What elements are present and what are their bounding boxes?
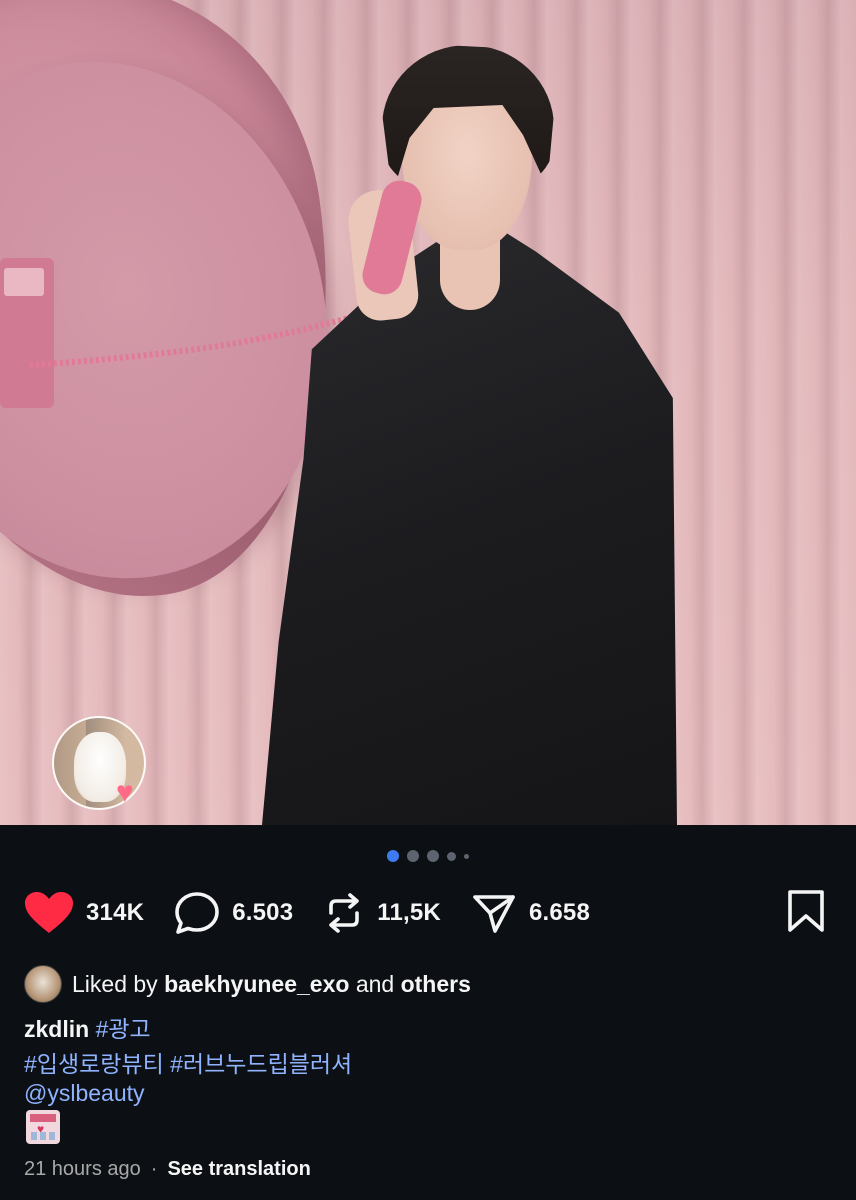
- hashtag-ad[interactable]: #광고: [96, 1016, 151, 1042]
- like-button[interactable]: 314K: [24, 891, 144, 935]
- repost-count: 11,5K: [377, 899, 441, 926]
- post-timestamp: 21 hours ago: [24, 1158, 141, 1180]
- caption-hashtags[interactable]: #입생로랑뷰티 #러브누드립블러셔: [24, 1045, 352, 1079]
- post-meta: 21 hours ago · See translation: [24, 1158, 311, 1181]
- carousel-dot: [447, 851, 456, 861]
- caption-line-1: zkdlin #광고: [24, 1010, 151, 1044]
- carousel-dot-active: [387, 850, 399, 862]
- liker-username[interactable]: baekhyunee_exo: [164, 971, 349, 998]
- love-hotel-emoji: ♥: [26, 1110, 60, 1144]
- like-count: 314K: [86, 899, 145, 926]
- caption-mention[interactable]: @yslbeauty: [24, 1080, 145, 1107]
- post-photo[interactable]: ♥: [0, 0, 856, 825]
- repost-icon: [329, 893, 360, 933]
- meta-separator: ·: [150, 1158, 158, 1180]
- carousel-dot: [464, 853, 469, 859]
- liked-by-others[interactable]: others: [401, 971, 471, 998]
- liker-avatar[interactable]: [24, 965, 62, 1003]
- caption-username[interactable]: zkdlin: [24, 1016, 89, 1042]
- save-button[interactable]: [786, 889, 826, 938]
- carousel-dot: [427, 850, 439, 862]
- share-button[interactable]: 6.658: [471, 891, 590, 935]
- heart-filled-icon: [25, 892, 73, 933]
- share-count: 6.658: [528, 899, 591, 926]
- heart-sticker-icon: ♥: [116, 776, 134, 809]
- carousel-dot: [407, 850, 419, 862]
- share-icon: [473, 895, 515, 933]
- liked-by-connector: and: [355, 970, 395, 997]
- repost-button[interactable]: 11,5K: [323, 891, 441, 935]
- comment-icon: [175, 892, 219, 934]
- carousel-indicator: [0, 850, 856, 862]
- action-bar: 314K 6.503 11,5K 6.658: [24, 888, 832, 938]
- see-translation-link[interactable]: See translation: [167, 1158, 310, 1181]
- liked-by-prefix: Liked by: [72, 970, 158, 997]
- comment-button[interactable]: 6.503: [174, 891, 293, 935]
- bookmark-icon: [788, 889, 824, 932]
- comment-count: 6.503: [232, 899, 294, 926]
- liked-by-row[interactable]: Liked by baekhyunee_exo and others: [24, 965, 471, 1003]
